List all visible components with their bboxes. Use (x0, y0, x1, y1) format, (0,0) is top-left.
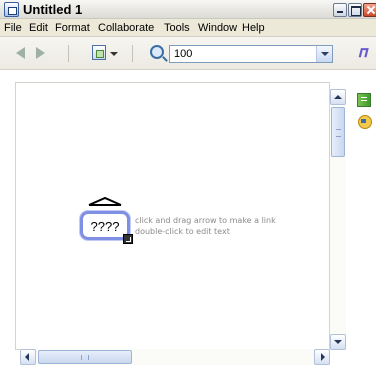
window-title: Untitled 1 (23, 2, 83, 17)
horizontal-scroll-thumb[interactable] (38, 350, 132, 364)
horizontal-scrollbar[interactable] (20, 349, 330, 365)
topic-label[interactable]: ???? (83, 219, 127, 234)
tools-icon[interactable]: 𝚷 (358, 46, 372, 60)
menu-bar: File Edit Format Collaborate Tools Windo… (0, 19, 376, 37)
close-button[interactable] (363, 3, 376, 17)
menu-help[interactable]: Help (242, 22, 265, 34)
menu-format[interactable]: Format (55, 22, 90, 34)
back-arrow-icon[interactable] (16, 47, 25, 59)
zoom-icon[interactable] (150, 45, 164, 59)
zoom-value: 100 (174, 48, 193, 60)
hint-link: click and drag arrow to make a link (135, 216, 276, 225)
scroll-left-button[interactable] (20, 349, 36, 365)
view-mode-icon[interactable] (92, 45, 106, 60)
people-icon[interactable] (357, 115, 372, 129)
minimize-button[interactable] (333, 3, 347, 17)
menu-collaborate[interactable]: Collaborate (98, 22, 154, 34)
view-mode-dropdown-arrow[interactable] (110, 52, 118, 56)
menu-tools[interactable]: Tools (164, 22, 190, 34)
hint-edit: double-click to edit text (135, 227, 230, 236)
toolbar-separator (132, 45, 133, 62)
vertical-scroll-thumb[interactable] (331, 107, 345, 157)
toolbar-separator (68, 45, 69, 62)
link-arrow-handle[interactable] (88, 196, 122, 206)
zoom-select[interactable]: 100 (169, 45, 333, 63)
notes-icon[interactable] (357, 93, 371, 107)
forward-arrow-icon[interactable] (36, 47, 45, 59)
title-bar[interactable]: Untitled 1 (0, 0, 376, 19)
scroll-down-button[interactable] (330, 334, 346, 350)
scroll-up-button[interactable] (330, 89, 346, 105)
resize-handle-icon[interactable] (123, 234, 133, 244)
menu-window[interactable]: Window (198, 22, 237, 34)
app-icon (4, 2, 19, 17)
zoom-dropdown-button[interactable] (316, 46, 332, 62)
menu-edit[interactable]: Edit (29, 22, 48, 34)
toolbar: 100 𝚷 (0, 37, 376, 70)
vertical-scrollbar[interactable] (330, 89, 346, 350)
maximize-button[interactable] (348, 3, 362, 17)
scroll-right-button[interactable] (314, 349, 330, 365)
menu-file[interactable]: File (4, 22, 22, 34)
